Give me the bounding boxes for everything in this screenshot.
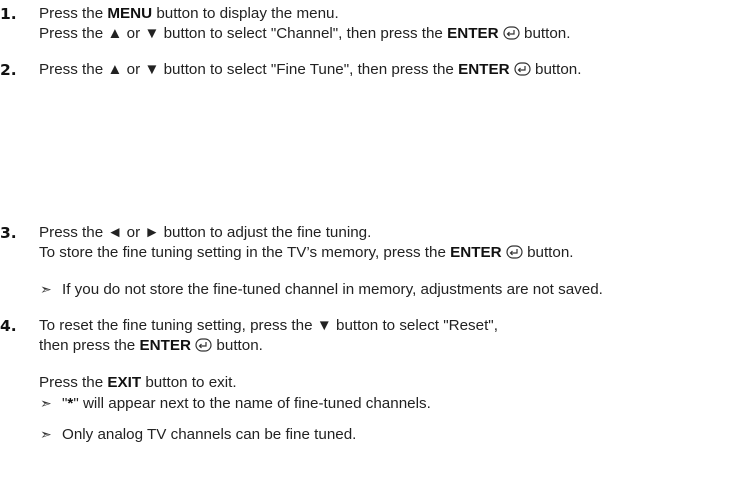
step-number: 1. — [0, 5, 17, 23]
note-arrow-icon: ➣ — [40, 281, 52, 297]
step-text: Press the ◄ or ► button to adjust the fi… — [39, 224, 372, 241]
note: ➣ "*" will appear next to the name of fin… — [40, 395, 431, 412]
note: ➣ If you do not store the fine-tuned chan… — [40, 279, 603, 300]
step-text: Press the ▲ or ▼ button to select "Fine … — [39, 61, 582, 78]
step-text: To store the fine tuning setting in the … — [39, 244, 574, 261]
note-arrow-icon: ➣ — [40, 426, 52, 442]
note-text: Only analog TV channels can be fine tune… — [62, 426, 357, 443]
step-number: 3. — [0, 224, 17, 242]
step-text: Press the ▲ or ▼ button to select "Chann… — [39, 25, 571, 42]
step-text: Press the MENU button to display the men… — [39, 5, 339, 22]
step-number: 2. — [0, 61, 17, 79]
enter-icon — [503, 26, 520, 40]
note: ➣ Only analog TV channels can be fine tun… — [40, 424, 356, 445]
enter-icon — [506, 245, 523, 259]
step-text: To reset the fine tuning setting, press … — [39, 317, 498, 334]
step-number: 4. — [0, 317, 17, 335]
enter-icon — [514, 62, 531, 76]
note-text: If you do not store the fine-tuned chann… — [62, 281, 603, 298]
enter-icon — [195, 338, 212, 352]
exit-instruction: Press the EXIT button to exit. — [39, 374, 237, 391]
step-text: then press the ENTER button. — [39, 337, 263, 354]
note-arrow-icon: ➣ — [40, 395, 52, 411]
